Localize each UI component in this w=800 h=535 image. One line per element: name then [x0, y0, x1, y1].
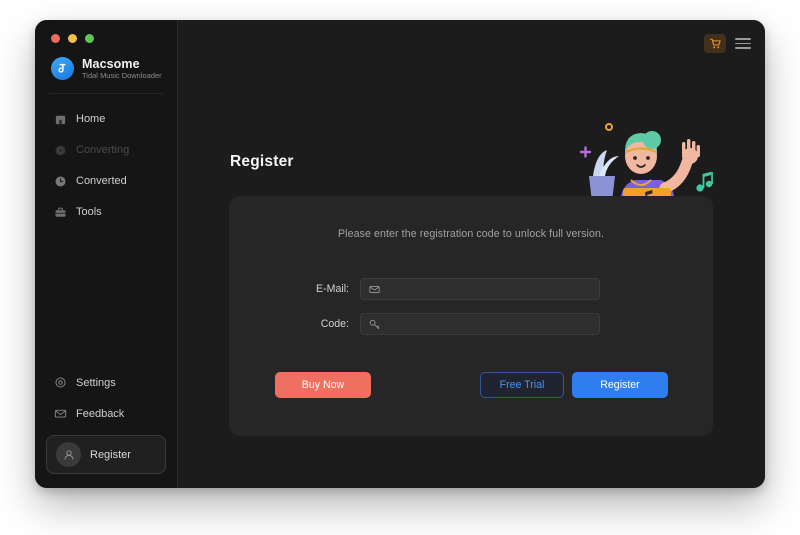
sidebar-item-label: Converted: [76, 175, 127, 188]
code-field-label: Code:: [320, 318, 349, 330]
brand-subtitle: Tidal Music Downloader: [82, 71, 162, 81]
email-input[interactable]: [360, 278, 600, 300]
sidebar-item-tools[interactable]: Tools: [35, 197, 177, 228]
registration-hint-text: Please enter the registration code to un…: [337, 228, 605, 240]
user-avatar-icon: [56, 442, 81, 467]
brand-title: Macsome: [82, 57, 140, 71]
sidebar-item-register[interactable]: Register: [46, 435, 166, 474]
buy-now-button[interactable]: Buy Now: [275, 372, 371, 398]
code-field-row: Code:: [229, 313, 713, 335]
key-icon: [368, 318, 380, 330]
brand-logo-block: Macsome Tidal Music Downloader: [35, 43, 177, 81]
card-action-buttons: Buy Now Free Trial Register: [229, 372, 713, 398]
main-content: Register Please enter the registration c…: [178, 20, 765, 488]
sidebar-item-label: Settings: [76, 376, 116, 389]
titlebar-actions: [704, 34, 751, 53]
sidebar-item-converting[interactable]: Converting: [35, 135, 177, 166]
tools-icon: [53, 205, 67, 219]
sidebar-item-feedback[interactable]: Feedback: [35, 398, 177, 429]
sidebar-item-settings[interactable]: Settings: [35, 367, 177, 398]
code-input[interactable]: [360, 313, 600, 335]
sidebar-item-converted[interactable]: Converted: [35, 166, 177, 197]
sidebar-item-label: Feedback: [76, 407, 125, 420]
envelope-icon: [368, 283, 380, 295]
window-traffic-lights: [35, 20, 177, 43]
hamburger-menu-icon[interactable]: [735, 36, 751, 52]
code-input-value[interactable]: [386, 318, 599, 330]
email-field-row: E-Mail:: [229, 278, 713, 300]
sidebar-item-label: Converting: [76, 144, 130, 157]
sidebar: Macsome Tidal Music Downloader Home Conv…: [35, 20, 178, 488]
register-card: Please enter the registration code to un…: [229, 196, 713, 436]
maximize-window-button[interactable]: [85, 34, 94, 43]
sidebar-main-nav: Home Converting Converted Tools: [35, 104, 177, 228]
email-input-value[interactable]: [386, 283, 599, 295]
register-button[interactable]: Register: [572, 372, 668, 398]
sidebar-item-home[interactable]: Home: [35, 104, 177, 135]
envelope-icon: [53, 407, 67, 421]
free-trial-button[interactable]: Free Trial: [480, 372, 564, 398]
converted-clock-icon: [53, 174, 67, 188]
sidebar-divider: [49, 92, 163, 94]
gear-icon: [53, 376, 67, 390]
sidebar-item-label: Tools: [76, 206, 102, 219]
page-title: Register: [230, 153, 294, 170]
app-window: Macsome Tidal Music Downloader Home Conv…: [35, 20, 765, 488]
home-icon: [53, 112, 67, 126]
sidebar-item-label: Register: [90, 448, 131, 461]
close-window-button[interactable]: [51, 34, 60, 43]
macsome-logo-icon: [51, 57, 74, 81]
shopping-cart-icon[interactable]: [704, 34, 726, 53]
minimize-window-button[interactable]: [68, 34, 77, 43]
sidebar-bottom-nav: Settings Feedback Register: [35, 367, 177, 474]
converting-icon: [53, 143, 67, 157]
sidebar-item-label: Home: [76, 113, 106, 126]
email-field-label: E-Mail:: [316, 283, 349, 295]
